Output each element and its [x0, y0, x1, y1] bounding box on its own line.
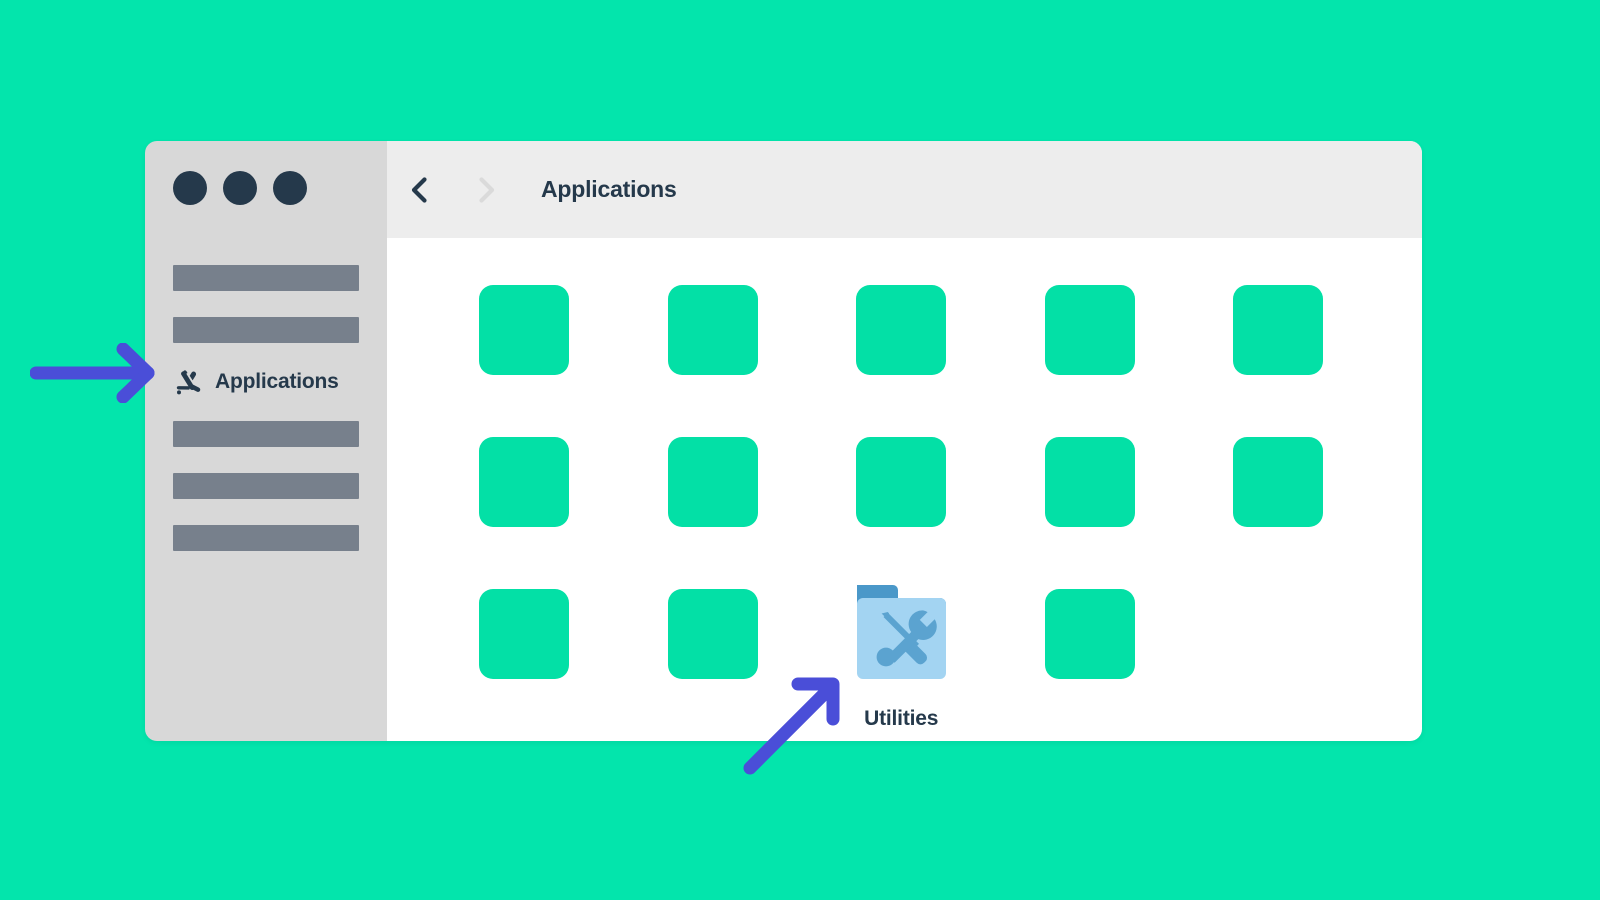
- app-tile-square: [667, 437, 758, 527]
- sidebar: Applications: [145, 141, 387, 741]
- chevron-right-icon[interactable]: [469, 173, 503, 207]
- empty-cell: [1233, 589, 1422, 741]
- icon-grid-row: [479, 437, 1422, 589]
- sidebar-item-applications[interactable]: Applications: [173, 356, 359, 408]
- app-tile-square: [1044, 285, 1135, 375]
- folder-utilities[interactable]: Utilities: [856, 585, 1045, 741]
- sidebar-item-label: Applications: [215, 370, 339, 393]
- finder-window: Applications Utilities Applications: [145, 141, 1422, 741]
- sidebar-item-placeholder-3[interactable]: [173, 408, 359, 460]
- app-tile-square: [479, 437, 569, 527]
- app-tile-square: [1044, 437, 1135, 527]
- sidebar-item-placeholder-1[interactable]: [173, 252, 359, 304]
- utilities-folder-icon: [856, 577, 1045, 691]
- app-tile[interactable]: [1233, 285, 1422, 437]
- zoom-button[interactable]: [273, 171, 307, 205]
- traffic-lights: [173, 171, 307, 205]
- page-title: Applications: [541, 176, 677, 202]
- app-tile[interactable]: [1233, 437, 1422, 589]
- app-tile-square: [479, 589, 569, 679]
- app-tile-square: [667, 285, 758, 375]
- placeholder-bar: [173, 317, 359, 343]
- app-tile[interactable]: [1044, 285, 1234, 437]
- toolbar: Applications: [387, 141, 1422, 238]
- placeholder-bar: [173, 473, 359, 499]
- icon-grid-row: Utilities: [479, 585, 1422, 741]
- folder-label: Utilities: [864, 707, 939, 730]
- app-tile[interactable]: [479, 437, 668, 589]
- placeholder-bar: [173, 421, 359, 447]
- sidebar-item-placeholder-4[interactable]: [173, 460, 359, 512]
- app-tile[interactable]: [667, 437, 857, 589]
- minimize-button[interactable]: [223, 171, 257, 205]
- app-tile[interactable]: [856, 285, 1045, 437]
- app-tile-square: [856, 285, 947, 375]
- app-tile[interactable]: [1044, 589, 1234, 741]
- app-tile[interactable]: [479, 285, 668, 437]
- close-button[interactable]: [173, 171, 207, 205]
- placeholder-bar: [173, 265, 359, 291]
- app-tile-square: [856, 437, 947, 527]
- app-tile[interactable]: [1044, 437, 1234, 589]
- chevron-left-icon[interactable]: [403, 173, 437, 207]
- app-tile-square: [667, 589, 758, 679]
- applications-icon: [173, 366, 205, 398]
- sidebar-list: Applications: [173, 252, 359, 564]
- placeholder-bar: [173, 525, 359, 551]
- app-tile-square: [1044, 589, 1135, 679]
- content-pane: Utilities Applications: [387, 141, 1422, 741]
- sidebar-item-placeholder-2[interactable]: [173, 304, 359, 356]
- app-tile[interactable]: [667, 285, 857, 437]
- app-tile-square: [1233, 437, 1324, 527]
- app-tile[interactable]: [856, 437, 1045, 589]
- icon-grid-row: [479, 285, 1422, 437]
- app-tile[interactable]: [479, 589, 668, 741]
- app-tile-square: [479, 285, 569, 375]
- app-tile-square: [1233, 285, 1324, 375]
- sidebar-item-placeholder-5[interactable]: [173, 512, 359, 564]
